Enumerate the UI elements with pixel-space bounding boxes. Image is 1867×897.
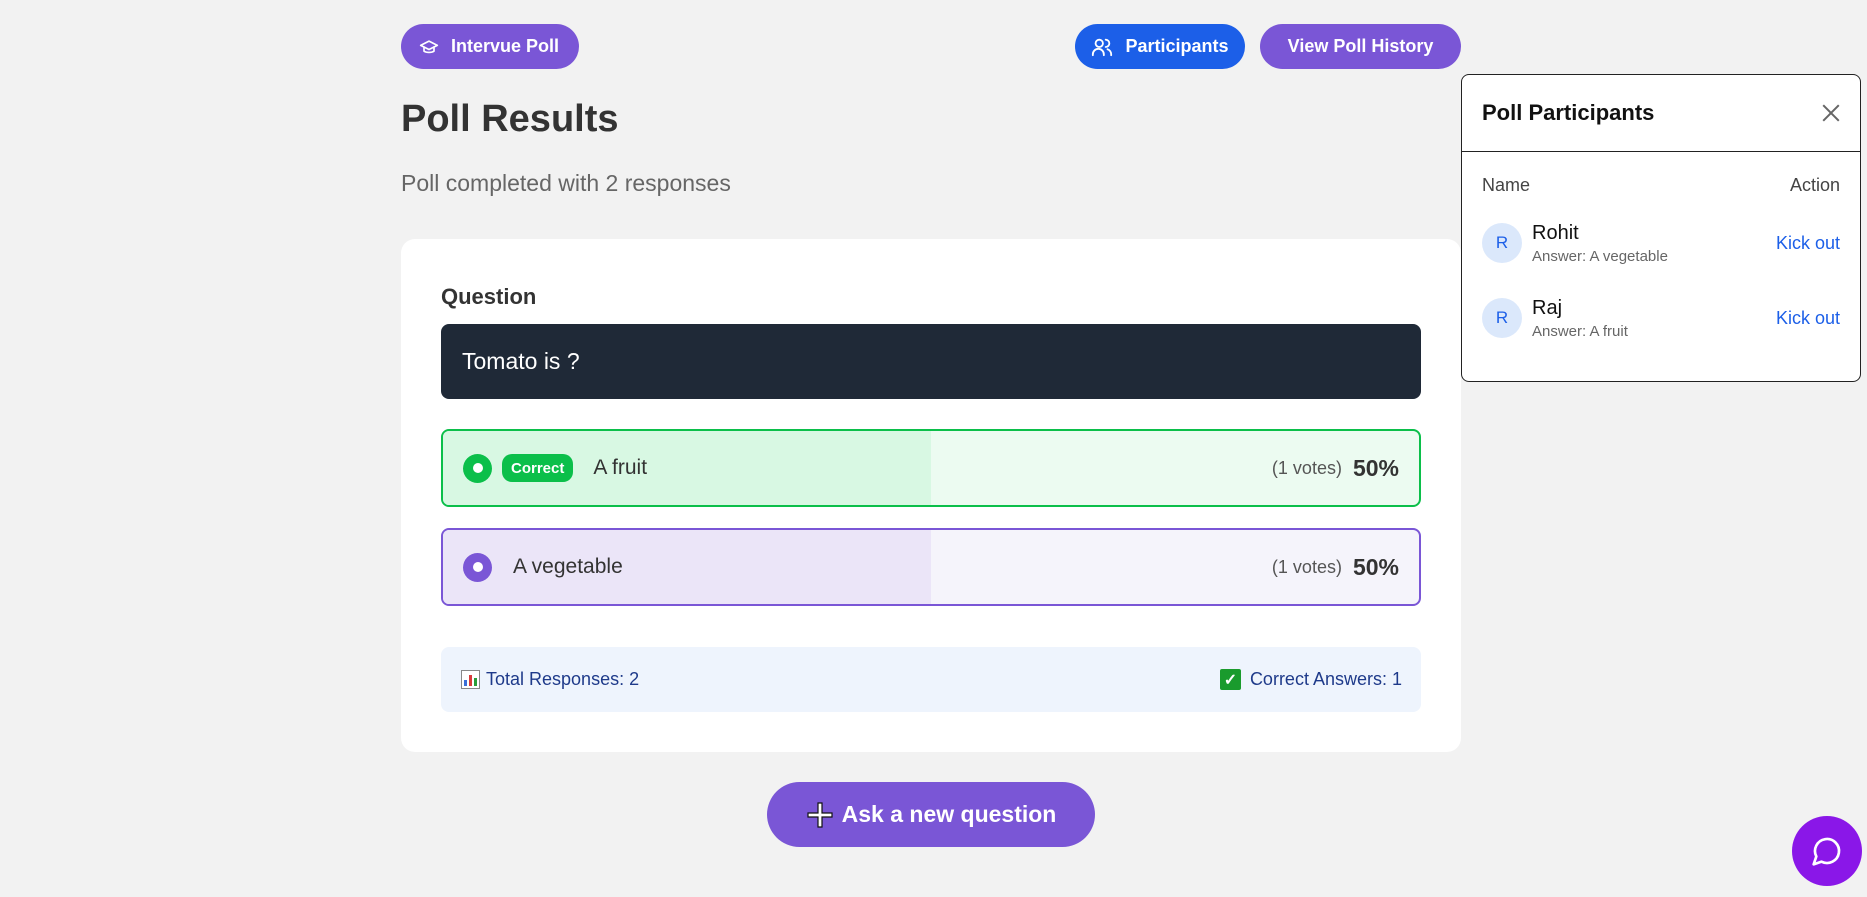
close-icon[interactable]: [1822, 104, 1840, 122]
ask-button-label: Ask a new question: [841, 801, 1057, 827]
participant-row: R Rohit Answer: A vegetable Kick out: [1462, 208, 1860, 278]
participant-name: Raj: [1532, 296, 1563, 319]
correct-answers: Correct Answers: 1: [1249, 669, 1402, 689]
participant-name: Rohit: [1532, 221, 1579, 244]
participant-answer: Answer: A vegetable: [1532, 247, 1668, 265]
graduation-cap-icon: [419, 39, 439, 53]
option-text: A vegetable: [513, 555, 623, 578]
kick-out-link[interactable]: Kick out: [1776, 308, 1840, 329]
option-a-fruit: Correct A fruit (1 votes) 50%: [441, 429, 1421, 507]
participants-label: Participants: [1125, 36, 1229, 56]
radio-selected-icon: [463, 453, 492, 483]
radio-selected-icon: [463, 552, 492, 582]
participant-row: R Raj Answer: A fruit Kick out: [1462, 278, 1860, 358]
participant-answer: Answer: A fruit: [1532, 322, 1628, 340]
page-subtitle: Poll completed with 2 responses: [401, 170, 731, 196]
kick-out-link[interactable]: Kick out: [1776, 233, 1840, 254]
history-label: View Poll History: [1287, 36, 1434, 56]
page-title: Poll Results: [401, 98, 619, 140]
check-mark-icon: ✓: [1219, 669, 1241, 690]
option-votes: (1 votes): [1271, 457, 1342, 478]
column-header-action: Action: [1789, 175, 1840, 195]
participants-button[interactable]: Participants: [1075, 24, 1245, 69]
option-text: A fruit: [593, 456, 648, 479]
view-poll-history-button[interactable]: View Poll History: [1260, 24, 1461, 69]
bar-chart-icon: [461, 670, 480, 689]
option-percent: 50%: [1352, 454, 1399, 481]
participants-panel: Poll Participants Name Action R Rohit An…: [1461, 74, 1861, 382]
chat-bubble-icon: [1812, 837, 1841, 866]
ask-new-question-button[interactable]: Ask a new question: [767, 782, 1095, 847]
option-a-vegetable: A vegetable (1 votes) 50%: [441, 528, 1421, 606]
correct-badge: Correct: [502, 454, 574, 482]
avatar: R: [1482, 223, 1522, 263]
users-icon: [1092, 38, 1113, 56]
question-text: Tomato is ?: [462, 348, 580, 374]
results-card: Question Tomato is ? Correct A fruit (1 …: [401, 239, 1461, 752]
total-responses: Total Responses: 2: [486, 669, 640, 689]
chat-button[interactable]: [1792, 816, 1862, 886]
brand-pill: Intervue Poll: [401, 24, 580, 69]
avatar: R: [1482, 298, 1522, 338]
stats-bar: Total Responses: 2 ✓ Correct Answers: 1: [441, 647, 1421, 712]
plus-icon: [807, 801, 833, 828]
question-label: Question: [441, 284, 537, 309]
option-percent: 50%: [1352, 553, 1399, 580]
brand-label: Intervue Poll: [451, 36, 560, 56]
question-box: Tomato is ?: [441, 324, 1421, 399]
option-votes: (1 votes): [1271, 556, 1342, 577]
panel-title: Poll Participants: [1482, 100, 1655, 125]
column-header-name: Name: [1482, 175, 1531, 195]
